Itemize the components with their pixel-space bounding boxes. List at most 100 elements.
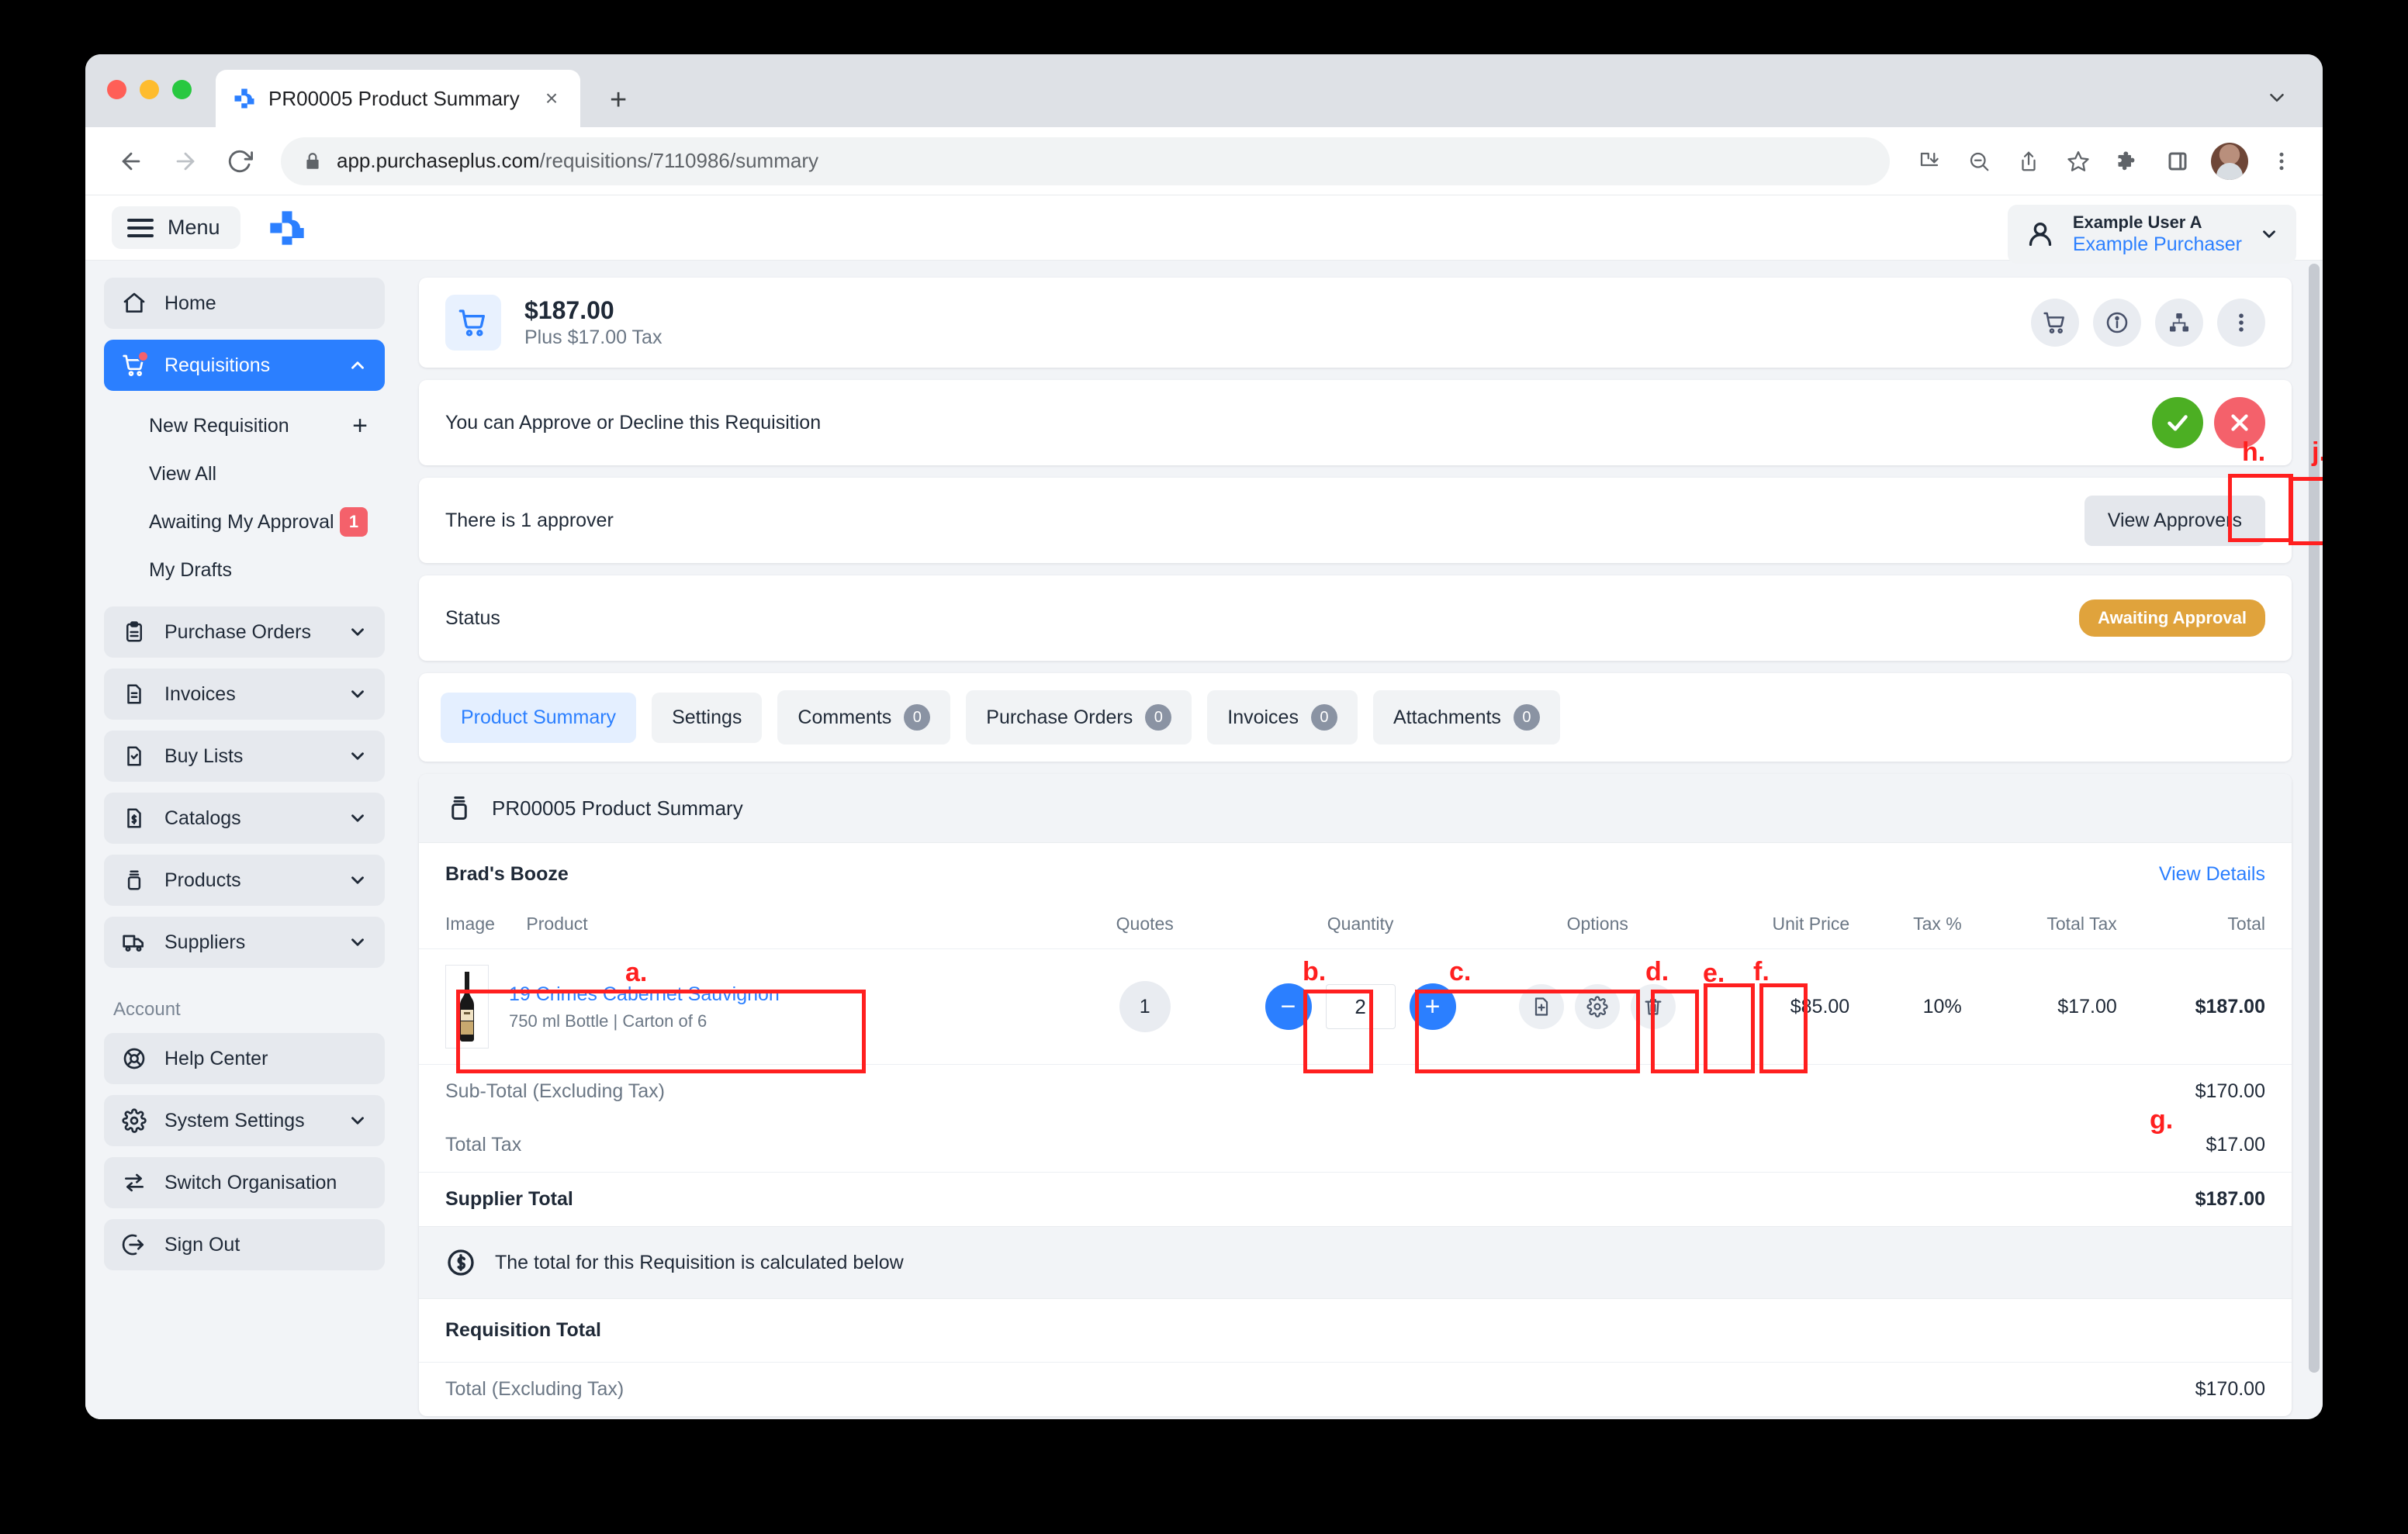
sidebar-item-label: Help Center — [164, 1047, 268, 1069]
tab-purchase-orders[interactable]: Purchase Orders 0 — [966, 690, 1192, 745]
chrome-profile-avatar[interactable] — [2211, 142, 2248, 180]
chevron-down-icon — [351, 628, 364, 636]
quantity-input[interactable] — [1325, 984, 1396, 1029]
chevron-down-icon — [351, 876, 364, 884]
tab-settings[interactable]: Settings — [652, 692, 763, 743]
close-icon — [2231, 414, 2248, 431]
tab-product-summary[interactable]: Product Summary — [441, 692, 637, 743]
product-name-link[interactable]: 19 Crimes Cabernet Sauvignon — [509, 983, 780, 1005]
main-scrollbar-thumb[interactable] — [2309, 264, 2320, 1373]
menu-button[interactable]: Menu — [112, 206, 240, 249]
browser-menu-icon[interactable] — [2259, 139, 2304, 184]
maximize-window-button[interactable] — [172, 80, 192, 99]
tab-invoices[interactable]: Invoices 0 — [1207, 690, 1358, 745]
tab-label: Settings — [672, 706, 742, 728]
wine-bottle-icon — [460, 972, 474, 1042]
approval-buttons — [2152, 397, 2265, 448]
back-button[interactable] — [107, 137, 155, 185]
approve-button[interactable] — [2152, 397, 2203, 448]
extensions-puzzle-icon[interactable] — [2105, 139, 2150, 184]
app-body: Home Requisitions New Requisition + View… — [85, 261, 2323, 1419]
view-approvers-button[interactable]: View Approvers — [2084, 495, 2265, 546]
tab-count-badge: 0 — [904, 704, 931, 731]
status-row: Status Awaiting Approval — [419, 575, 2292, 661]
install-app-icon[interactable] — [1907, 139, 1952, 184]
line-items-header: Image Product Quotes Quantity Options Un… — [419, 906, 2292, 949]
total-excluding-tax-label: Total (Excluding Tax) — [445, 1378, 624, 1400]
close-tab-icon[interactable]: × — [538, 88, 565, 109]
plus-icon[interactable]: + — [352, 413, 368, 439]
close-window-button[interactable] — [107, 80, 126, 99]
bookmark-star-icon[interactable] — [2056, 139, 2101, 184]
col-total-tax: Total Tax — [1972, 906, 2128, 949]
approvers-row: There is 1 approver View Approvers — [419, 478, 2292, 563]
sidebar-item-label: Products — [164, 869, 241, 891]
requisition-total-row: Requisition Total — [419, 1299, 2292, 1362]
clipboard-icon — [121, 619, 147, 645]
product-info: 19 Crimes Cabernet Sauvignon 750 ml Bott… — [445, 965, 1057, 1049]
cart-icon-button[interactable] — [2031, 299, 2079, 347]
sidebar-item-purchase-orders[interactable]: Purchase Orders — [104, 606, 385, 658]
document-check-icon — [121, 743, 147, 769]
sidebar-item-label: Home — [164, 292, 216, 314]
options-cell — [1498, 948, 1697, 1065]
decline-button[interactable] — [2214, 397, 2265, 448]
minimize-window-button[interactable] — [140, 80, 159, 99]
sidebar-item-home[interactable]: Home — [104, 278, 385, 329]
lifebuoy-icon — [121, 1045, 147, 1072]
sidebar-item-invoices[interactable]: Invoices — [104, 669, 385, 720]
total-excluding-tax-value: $170.00 — [2195, 1378, 2265, 1400]
add-note-button[interactable] — [1519, 984, 1565, 1029]
reload-button[interactable] — [216, 137, 264, 185]
info-icon-button[interactable] — [2093, 299, 2141, 347]
sidebar-item-buy-lists[interactable]: Buy Lists — [104, 731, 385, 782]
more-vertical-icon-button[interactable] — [2217, 299, 2265, 347]
view-details-link[interactable]: View Details — [2159, 863, 2265, 886]
supplier-row: Brad's Booze View Details — [419, 843, 2292, 906]
approval-message: You can Approve or Decline this Requisit… — [445, 411, 822, 434]
side-panel-icon[interactable] — [2155, 139, 2200, 184]
tab-attachments[interactable]: Attachments 0 — [1372, 690, 1560, 745]
col-quotes: Quotes — [1067, 906, 1223, 949]
delete-button[interactable] — [1631, 984, 1676, 1029]
app-viewport: Menu Example User A Example Purchaser Ho… — [85, 195, 2323, 1419]
zoom-out-icon[interactable] — [1956, 139, 2001, 184]
share-icon[interactable] — [2006, 139, 2051, 184]
browser-tab[interactable]: PR00005 Product Summary × — [216, 70, 580, 127]
sidebar-item-help-center[interactable]: Help Center — [104, 1033, 385, 1084]
sidebar-item-system-settings[interactable]: System Settings — [104, 1095, 385, 1146]
window-traffic-lights — [107, 80, 192, 99]
purchaseplus-logo[interactable] — [267, 208, 307, 248]
sidebar-subitem-my-drafts[interactable]: My Drafts — [104, 546, 385, 594]
browser-tab-title: PR00005 Product Summary — [268, 86, 520, 110]
sidebar-subitem-view-all[interactable]: View All — [104, 450, 385, 498]
sidebar-item-sign-out[interactable]: Sign Out — [104, 1219, 385, 1270]
sidebar-item-requisitions[interactable]: Requisitions — [104, 340, 385, 391]
product-image — [445, 965, 489, 1049]
sidebar-subitem-new-requisition[interactable]: New Requisition + — [104, 402, 385, 450]
sidebar-item-products[interactable]: Products — [104, 855, 385, 906]
tab-list-chevron-down-icon[interactable] — [2265, 86, 2289, 113]
hierarchy-icon-button[interactable] — [2155, 299, 2203, 347]
sidebar-subitem-awaiting-my-approval[interactable]: Awaiting My Approval 1 — [104, 498, 385, 546]
quotes-count-button[interactable]: 1 — [1119, 981, 1171, 1032]
forward-button[interactable] — [161, 137, 209, 185]
col-options: Options — [1498, 906, 1697, 949]
sidebar-item-label: Sign Out — [164, 1233, 240, 1256]
requisition-action-buttons — [2031, 299, 2265, 347]
quantity-decrease-button[interactable]: − — [1265, 983, 1312, 1030]
product-summary-header: PR00005 Product Summary — [419, 774, 2292, 843]
user-profile-menu[interactable]: Example User A Example Purchaser — [2007, 205, 2296, 264]
address-bar[interactable]: app.purchaseplus.com/requisitions/711098… — [281, 136, 1890, 185]
new-tab-button[interactable]: + — [610, 85, 627, 115]
tab-comments[interactable]: Comments 0 — [777, 690, 951, 745]
sidebar-item-label: Buy Lists — [164, 745, 244, 767]
options-gear-button[interactable] — [1575, 984, 1621, 1029]
sidebar-item-catalogs[interactable]: Catalogs — [104, 793, 385, 844]
sidebar-item-switch-organisation[interactable]: Switch Organisation — [104, 1157, 385, 1208]
requisition-total-card: $187.00 Plus $17.00 Tax — [419, 278, 2292, 368]
approval-action-row: You can Approve or Decline this Requisit… — [419, 380, 2292, 465]
sidebar-item-suppliers[interactable]: Suppliers — [104, 917, 385, 968]
quantity-increase-button[interactable]: + — [1409, 983, 1456, 1030]
requisition-calc-note: The total for this Requisition is calcul… — [419, 1226, 2292, 1299]
